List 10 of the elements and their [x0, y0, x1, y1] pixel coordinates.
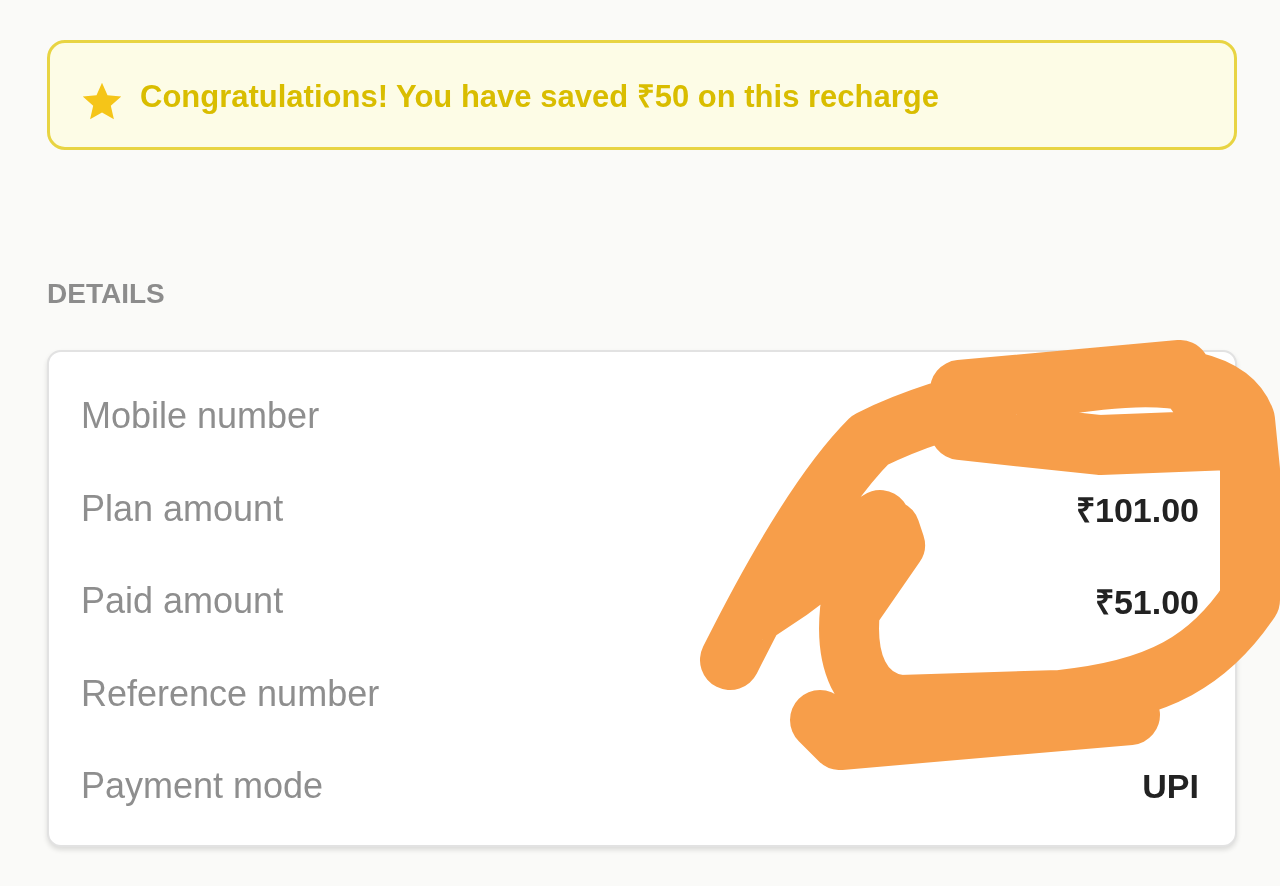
detail-label: Reference number	[81, 672, 380, 715]
detail-value: ₹51.00	[1094, 582, 1199, 624]
savings-message: Congratulations! You have saved ₹50 on this recharge	[140, 78, 939, 116]
detail-label: Plan amount	[81, 487, 284, 530]
section-title: DETAILS	[47, 278, 165, 309]
detail-value: ₹101.00	[1076, 489, 1199, 531]
detail-label: Paid amount	[81, 580, 284, 623]
detail-label: Payment mode	[81, 765, 324, 808]
detail-value: UPI	[1142, 766, 1199, 806]
detail-label: Mobile number	[81, 395, 320, 438]
